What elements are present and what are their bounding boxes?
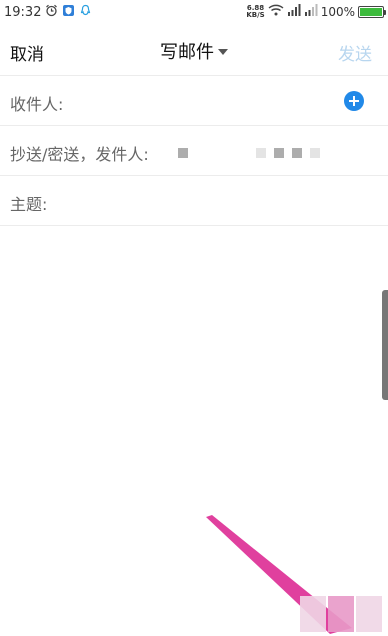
page-title: 写邮件 bbox=[160, 42, 214, 63]
to-field[interactable]: 收件人: bbox=[0, 76, 388, 126]
net-speed-unit: KB/S bbox=[246, 10, 265, 19]
to-label: 收件人: bbox=[10, 95, 64, 114]
redacted-sender bbox=[178, 148, 320, 158]
message-body[interactable] bbox=[0, 226, 388, 636]
battery-percent: 100% bbox=[320, 4, 355, 19]
cc-bcc-from-field[interactable]: 抄送/密送，发件人: bbox=[0, 126, 388, 176]
security-icon bbox=[62, 4, 75, 21]
compose-header: 取消 写邮件 发送 bbox=[0, 24, 388, 76]
status-time: 19:32 bbox=[4, 5, 42, 20]
send-button[interactable]: 发送 bbox=[338, 40, 372, 65]
subject-label: 主题: bbox=[10, 195, 48, 214]
status-right: 6.88 KB/S 100% bbox=[246, 4, 386, 19]
wifi-icon bbox=[268, 4, 284, 19]
title-dropdown[interactable]: 写邮件 bbox=[0, 38, 388, 64]
alarm-icon bbox=[45, 4, 58, 21]
scroll-handle[interactable] bbox=[382, 290, 388, 400]
net-speed: 6.88 KB/S bbox=[246, 4, 265, 19]
status-bar: 19:32 6.88 KB/S 100% bbox=[0, 0, 388, 24]
add-recipient-icon[interactable] bbox=[344, 91, 364, 111]
cc-bcc-from-label: 抄送/密送，发件人: bbox=[10, 145, 149, 164]
status-left: 19:32 bbox=[4, 4, 92, 21]
caret-down-icon bbox=[218, 48, 228, 55]
blurred-floating-button bbox=[300, 596, 382, 632]
subject-field[interactable]: 主题: bbox=[0, 176, 388, 226]
battery-icon bbox=[358, 5, 386, 18]
signal-icon bbox=[287, 4, 301, 19]
signal-2-icon bbox=[304, 4, 318, 19]
qq-icon bbox=[79, 4, 92, 21]
